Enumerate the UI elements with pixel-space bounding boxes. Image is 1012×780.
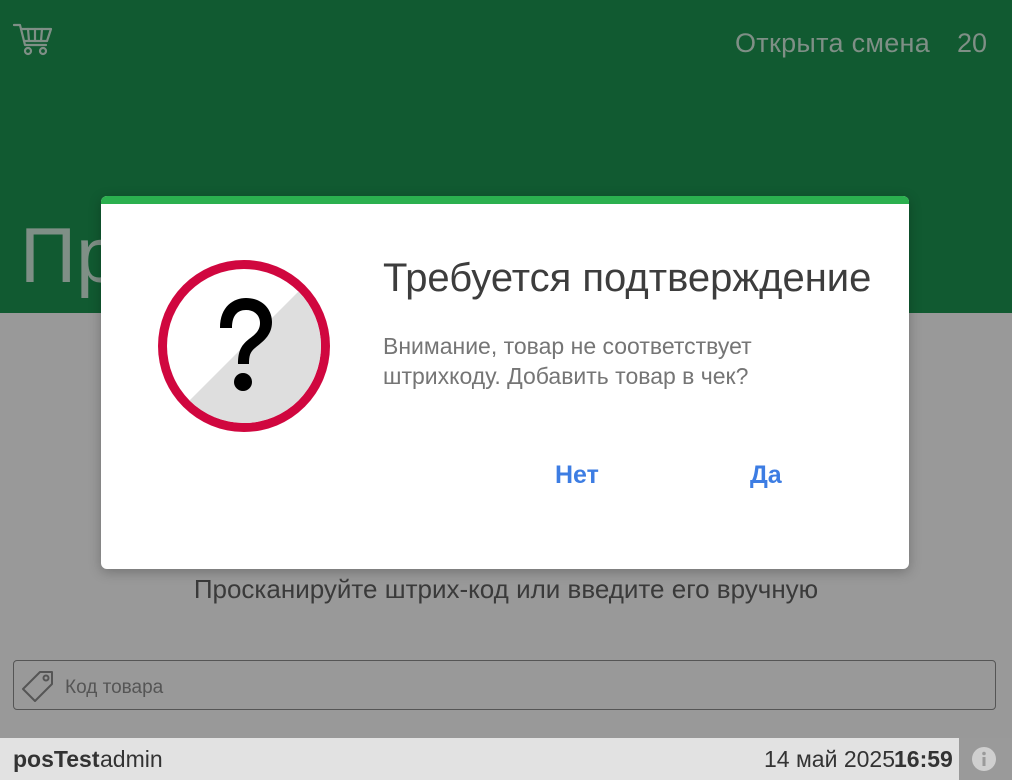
product-code-placeholder: Код товара [65,677,164,698]
current-time: 16:59 [894,746,953,772]
info-button[interactable] [959,738,1012,780]
question-warning-icon [158,260,330,432]
dialog-title: Требуется подтверждение [383,256,872,300]
tag-icon [22,671,53,702]
product-code-input[interactable]: Код товара [13,660,996,710]
user-name: admin [100,746,163,772]
current-date: 14 май 2025 [764,746,895,772]
pos-name: posTest [13,746,100,772]
dialog-message: Внимание, товар не соответствует штрихко… [383,333,752,389]
yes-button[interactable]: Да [750,461,782,490]
shift-number: 20 [957,28,988,58]
cart-icon[interactable] [12,20,54,58]
confirmation-dialog: Требуется подтверждение Внимание, товар … [101,196,909,569]
dialog-accent-bar [101,196,909,204]
info-icon [972,747,996,771]
status-bar: posTest admin 14 май 2025 16:59 [0,738,1012,780]
no-button[interactable]: Нет [555,461,599,490]
shift-status: Открыта смена [735,28,931,58]
scan-hint: Просканируйте штрих-код или введите его … [193,574,819,604]
